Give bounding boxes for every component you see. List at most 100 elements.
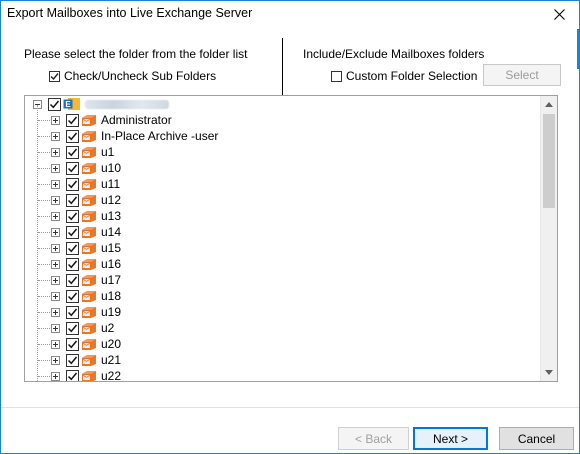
mailbox-icon (82, 259, 96, 270)
expand-icon[interactable] (51, 259, 60, 269)
custom-selection-checkbox-row[interactable]: Custom Folder Selection (331, 69, 477, 83)
expand-icon[interactable] (51, 371, 60, 381)
exchange-server-icon: E (63, 98, 80, 110)
expand-icon[interactable] (51, 227, 60, 237)
tree-item-checkbox[interactable] (66, 321, 79, 335)
tree-item-label: u18 (101, 289, 122, 303)
server-name-redacted (85, 99, 169, 109)
window-edge-accent (577, 29, 579, 69)
next-button[interactable]: Next > (413, 427, 488, 450)
tree-item-label: u13 (101, 209, 122, 223)
tree-item[interactable]: In-Place Archive -user (51, 128, 218, 144)
tree-item-checkbox[interactable] (66, 193, 79, 207)
tree-item[interactable]: u13 (51, 208, 121, 224)
custom-selection-checkbox[interactable] (331, 70, 342, 82)
tree-item-checkbox[interactable] (66, 145, 79, 159)
tree-guide-branch (38, 328, 50, 329)
tree-item-checkbox[interactable] (66, 209, 79, 223)
tree-item-label: u11 (101, 177, 121, 191)
tree-item-checkbox[interactable] (66, 113, 79, 127)
mailbox-icon (82, 179, 96, 190)
mailbox-icon (82, 307, 96, 318)
expand-icon[interactable] (51, 195, 60, 205)
tree-guide-branch (38, 296, 50, 297)
tree-item-checkbox[interactable] (66, 289, 79, 303)
cancel-button[interactable]: Cancel (499, 427, 574, 450)
expand-icon[interactable] (51, 131, 60, 141)
tree-item-label: u15 (101, 241, 122, 255)
mailbox-icon (82, 131, 96, 142)
tree-item[interactable]: Administrator (51, 112, 172, 128)
checkmark-icon (67, 196, 78, 204)
tree-item[interactable]: u14 (51, 224, 121, 240)
tree-guide-branch (38, 152, 50, 153)
folder-tree[interactable]: E Administrator In-Place Archive -user u1 u… (24, 95, 558, 382)
tree-item[interactable]: u19 (51, 304, 121, 320)
mailbox-icon (82, 115, 96, 126)
expand-icon[interactable] (51, 179, 60, 189)
expand-icon[interactable] (51, 243, 60, 253)
tree-item-label: u17 (101, 273, 122, 287)
tree-item[interactable]: u11 (51, 176, 120, 192)
title-bar: Export Mailboxes into Live Exchange Serv… (1, 1, 579, 28)
tree-item-checkbox[interactable] (66, 225, 79, 239)
expand-icon[interactable] (51, 211, 60, 221)
tree-item-checkbox[interactable] (66, 369, 79, 381)
tree-item-checkbox[interactable] (66, 241, 79, 255)
expand-icon[interactable] (51, 307, 60, 317)
tree-item-checkbox[interactable] (66, 273, 79, 287)
tree-item-checkbox[interactable] (66, 177, 79, 191)
checkmark-icon (67, 180, 78, 188)
tree-item[interactable]: u1 (51, 144, 114, 160)
subfolders-checkbox[interactable] (49, 70, 60, 82)
expand-icon[interactable] (51, 291, 60, 301)
tree-guide-branch (38, 216, 50, 217)
tree-root-node[interactable]: E (33, 96, 169, 112)
tree-item-checkbox[interactable] (66, 161, 79, 175)
expand-icon[interactable] (51, 275, 60, 285)
tree-item-checkbox[interactable] (66, 129, 79, 143)
expand-icon[interactable] (51, 339, 60, 349)
select-button[interactable]: Select (483, 64, 561, 86)
tree-item[interactable]: u18 (51, 288, 121, 304)
tree-item[interactable]: u17 (51, 272, 121, 288)
tree-item[interactable]: u20 (51, 336, 121, 352)
tree-item-label: u20 (101, 337, 122, 351)
back-button[interactable]: < Back (338, 427, 409, 450)
tree-item[interactable]: u10 (51, 160, 121, 176)
expand-icon[interactable] (51, 323, 60, 333)
scroll-thumb[interactable] (543, 114, 555, 208)
checkmark-icon (50, 72, 59, 80)
tree-item[interactable]: u2 (51, 320, 114, 336)
expand-icon[interactable] (51, 115, 60, 125)
tree-guide-branch (38, 344, 50, 345)
expand-icon[interactable] (51, 147, 60, 157)
tree-item-checkbox[interactable] (66, 337, 79, 351)
tree-item-checkbox[interactable] (66, 257, 79, 271)
tree-guide-branch (38, 136, 50, 137)
scroll-up-button[interactable] (541, 96, 557, 113)
subfolders-checkbox-row[interactable]: Check/Uncheck Sub Folders (49, 69, 216, 83)
tree-item-checkbox[interactable] (66, 353, 79, 367)
mailbox-icon (82, 291, 96, 302)
tree-item[interactable]: u22 (51, 368, 121, 381)
tree-guide-branch (38, 200, 50, 201)
tree-item[interactable]: u12 (51, 192, 121, 208)
mailbox-icon (82, 227, 96, 238)
expand-icon[interactable] (51, 163, 60, 173)
expand-icon[interactable] (51, 355, 60, 365)
tree-item[interactable]: u15 (51, 240, 121, 256)
tree-guide-branch (38, 360, 50, 361)
tree-item[interactable]: u16 (51, 256, 121, 272)
scroll-down-button[interactable] (541, 364, 557, 381)
tree-item[interactable]: u21 (51, 352, 121, 368)
tree-item-checkbox[interactable] (66, 305, 79, 319)
tree-item-label: u2 (101, 321, 115, 335)
tree-vertical-scrollbar[interactable] (540, 96, 557, 381)
checkmark-icon (67, 212, 78, 220)
close-button[interactable] (539, 1, 579, 28)
checkmark-icon (67, 308, 78, 316)
mailbox-icon (82, 323, 96, 334)
tree-root-checkbox[interactable] (48, 97, 61, 111)
tree-item-label: u21 (101, 353, 122, 367)
